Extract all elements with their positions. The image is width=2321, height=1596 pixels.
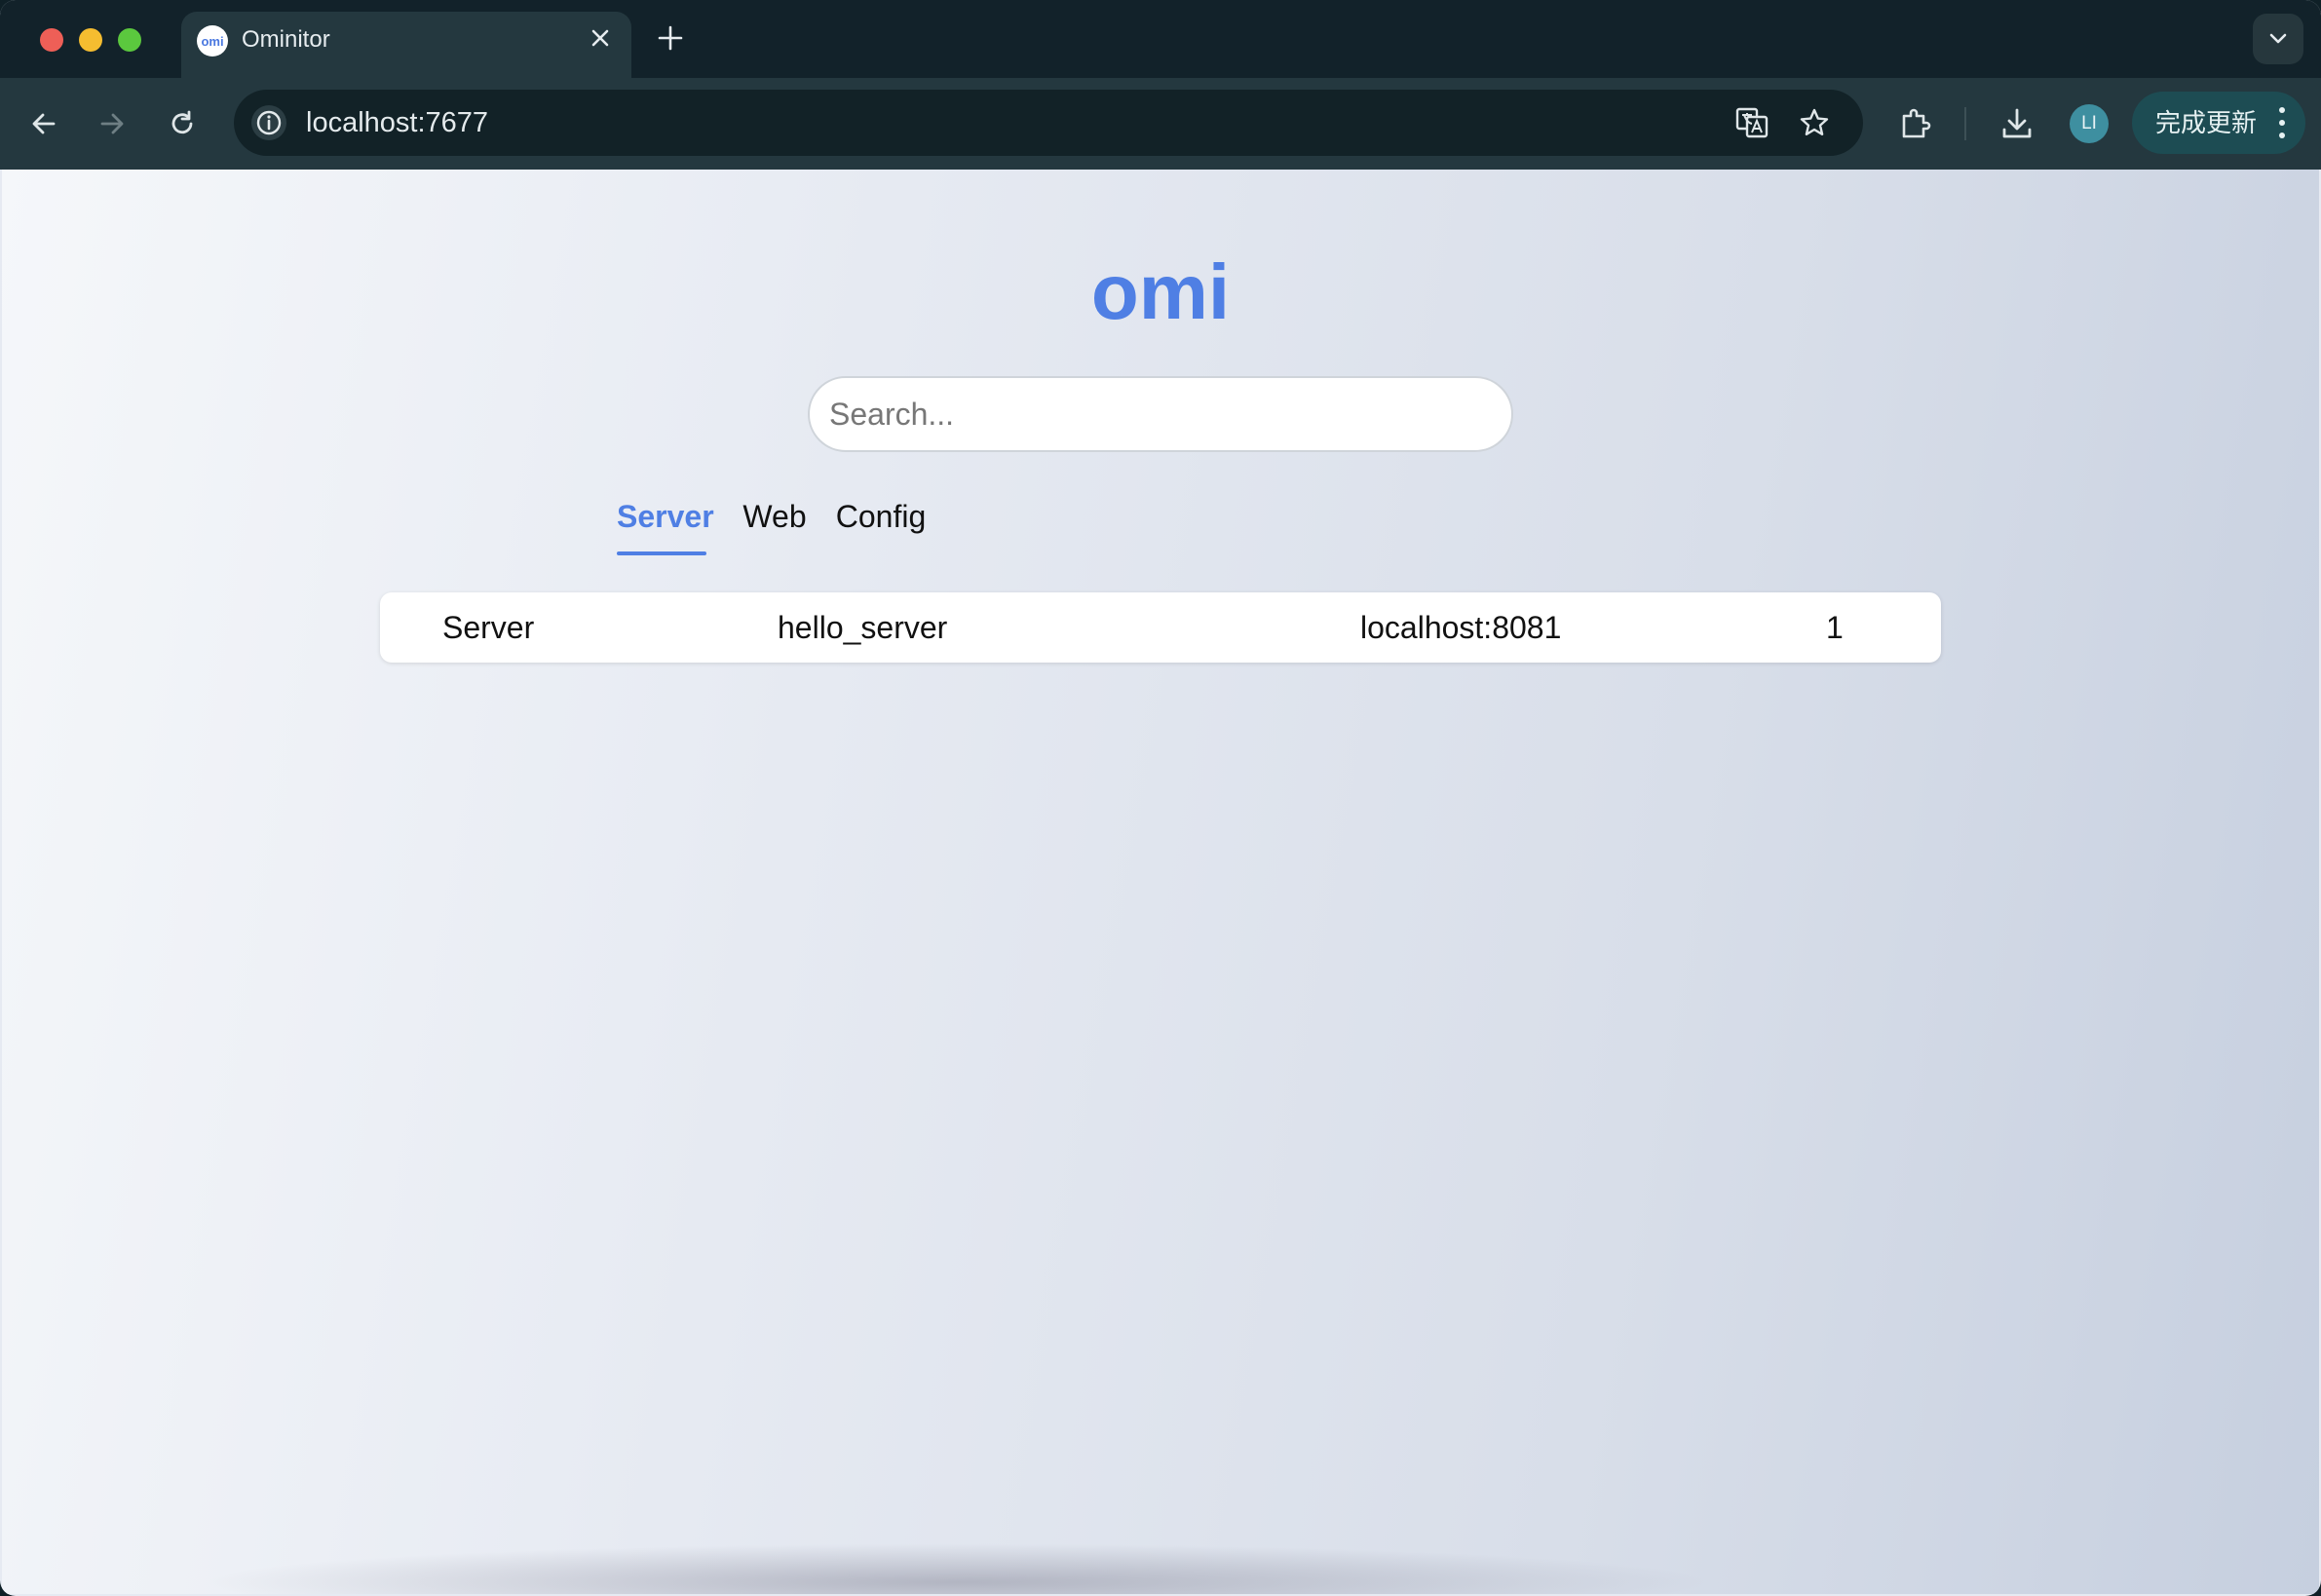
forward-arrow-icon	[100, 113, 124, 134]
update-button-label: 完成更新	[2155, 108, 2258, 137]
forward-button[interactable]	[92, 103, 133, 144]
tab-web[interactable]: Web	[741, 497, 809, 553]
download-icon[interactable]	[1996, 102, 2038, 145]
avatar[interactable]: LI	[2070, 104, 2109, 143]
chevron-down-icon	[2269, 33, 2287, 44]
back-arrow-icon	[32, 113, 56, 134]
tab-favicon: omi	[197, 25, 228, 57]
puzzle-icon[interactable]	[1894, 102, 1937, 145]
star-icon[interactable]	[1797, 105, 1832, 140]
tab-strip: omi Ominitor	[0, 0, 2321, 78]
search-input[interactable]	[808, 376, 1513, 452]
update-button[interactable]: 完成更新	[2132, 92, 2305, 154]
browser-window: omi Ominitor localhost:7677 LI 完成更新 omi …	[0, 0, 2321, 1596]
url-text[interactable]: localhost:7677	[306, 106, 488, 139]
tab-search-button[interactable]	[2253, 14, 2303, 64]
minimize-window-button[interactable]	[79, 28, 102, 52]
row-type: Server	[442, 610, 535, 645]
page-content: omi Server Web Config Server hello_serve…	[2, 170, 2319, 1594]
maximize-window-button[interactable]	[118, 28, 141, 52]
back-button[interactable]	[23, 103, 64, 144]
toolbar-divider	[1964, 107, 1966, 140]
row-address: localhost:8081	[1360, 610, 1562, 645]
tab-close-icon[interactable]	[585, 23, 616, 55]
new-tab-button[interactable]	[653, 21, 688, 57]
close-window-button[interactable]	[40, 28, 63, 52]
reload-icon	[171, 110, 193, 134]
row-name: hello_server	[778, 610, 948, 645]
kebab-menu-icon[interactable]	[2276, 107, 2288, 138]
category-tabs: Server Web Config	[2, 497, 2319, 565]
table-row[interactable]: Server hello_server localhost:8081 1	[380, 592, 1941, 663]
reload-button[interactable]	[162, 103, 203, 144]
browser-tab[interactable]: omi Ominitor	[181, 12, 631, 78]
address-bar[interactable]: localhost:7677	[234, 90, 1863, 156]
tab-server[interactable]: Server	[617, 497, 714, 555]
app-logo: omi	[1090, 248, 1231, 335]
row-count: 1	[1826, 610, 1844, 645]
tab-config[interactable]: Config	[834, 497, 928, 553]
browser-toolbar: localhost:7677 LI 完成更新	[0, 78, 2321, 170]
tab-title: Ominitor	[242, 26, 330, 53]
translate-icon[interactable]	[1734, 105, 1769, 140]
info-icon[interactable]	[251, 105, 286, 140]
bottom-shadow	[197, 1543, 1717, 1594]
